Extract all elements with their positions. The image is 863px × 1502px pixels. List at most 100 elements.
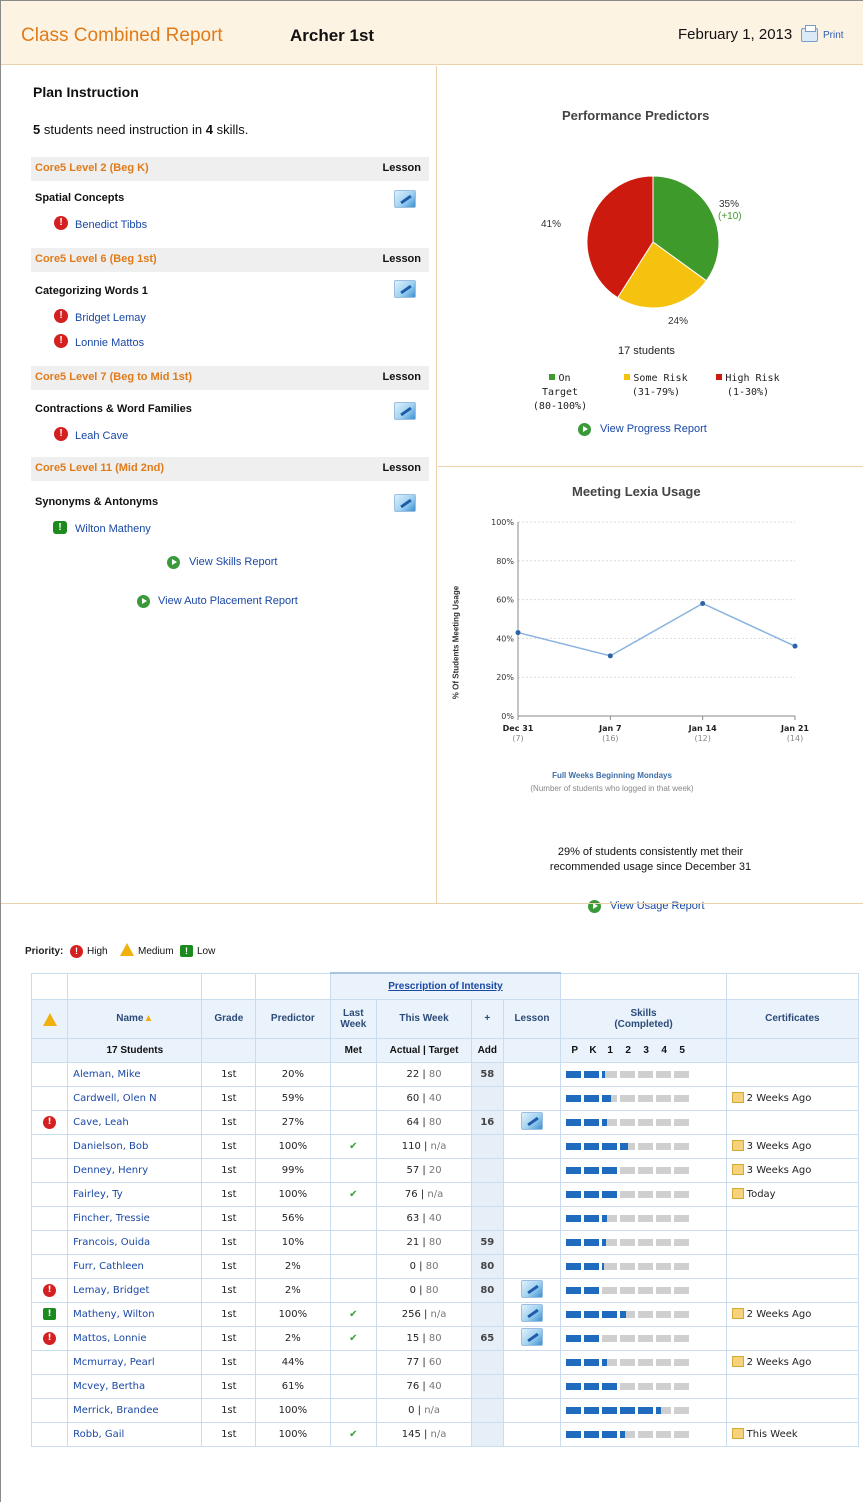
actual-value: 0 <box>409 1284 416 1296</box>
lesson-icon[interactable] <box>520 1111 543 1130</box>
student-name[interactable]: Matheny, Wilton <box>67 1301 203 1327</box>
certificate-label[interactable]: 2 Weeks Ago <box>747 1093 812 1104</box>
lesson-icon[interactable] <box>394 280 416 298</box>
certificates-column-header[interactable]: Certificates <box>725 998 860 1039</box>
table-row[interactable]: Fincher, Tressie 1st 56% 63 | 40 <box>30 1205 860 1231</box>
table-row[interactable]: Danielson, Bob 1st 100% ✔ 110 | n/a 3 Weeks A… <box>30 1133 860 1159</box>
student-name[interactable]: Fairley, Ty <box>67 1181 203 1207</box>
student-link[interactable]: Benedict Tibbs <box>75 219 147 231</box>
table-row[interactable]: Mcvey, Bertha 1st 61% 76 | 40 <box>30 1373 860 1399</box>
skill-segment <box>602 1358 618 1366</box>
certificate-icon[interactable] <box>731 1308 744 1319</box>
table-row[interactable]: Robb, Gail 1st 100% ✔ 145 | n/a This Week <box>30 1421 860 1447</box>
student-name[interactable]: Mcvey, Bertha <box>67 1373 203 1399</box>
prescription-link[interactable]: Prescription of Intensity <box>388 981 502 992</box>
arrow-circle-icon[interactable] <box>167 556 180 569</box>
skill-segment <box>656 1430 672 1438</box>
last-week-column-header[interactable]: Last Week <box>329 998 378 1039</box>
table-row[interactable]: Aleman, Mike 1st 20% 22 | 80 58 <box>30 1061 860 1087</box>
table-row[interactable]: Merrick, Brandee 1st 100% 0 | n/a <box>30 1397 860 1423</box>
table-row[interactable]: Francois, Ouida 1st 10% 21 | 80 59 <box>30 1229 860 1255</box>
table-row[interactable]: ! Matheny, Wilton 1st 100% ✔ 256 | n/a 2 Weeks… <box>30 1301 860 1327</box>
student-name[interactable]: Francois, Ouida <box>67 1229 203 1255</box>
certificate-label[interactable]: Today <box>747 1189 776 1200</box>
student-name[interactable]: Lemay, Bridget <box>67 1277 203 1303</box>
student-name[interactable]: Robb, Gail <box>67 1421 203 1447</box>
student-link[interactable]: Lonnie Mattos <box>75 337 144 349</box>
lesson-icon[interactable] <box>394 402 416 420</box>
table-row[interactable]: Cardwell, Olen N 1st 59% 60 | 40 2 Weeks Ago <box>30 1085 860 1111</box>
skill-segment <box>584 1286 600 1294</box>
x-tick-label: Jan 21 <box>780 724 809 733</box>
certificate-label[interactable]: 3 Weeks Ago <box>747 1165 812 1176</box>
student-name[interactable]: Mattos, Lonnie <box>67 1325 203 1351</box>
print-button[interactable]: Print <box>823 30 844 41</box>
student-name[interactable]: Danielson, Bob <box>67 1133 203 1159</box>
plan-title: Plan Instruction <box>33 84 139 100</box>
prescription-group-header[interactable]: Prescription of Intensity <box>329 972 562 1000</box>
student-name[interactable]: Cave, Leah <box>67 1109 203 1135</box>
student-link[interactable]: Bridget Lemay <box>75 312 146 324</box>
name-header-label[interactable]: Name <box>116 1013 143 1024</box>
certificate-icon[interactable] <box>731 1140 744 1151</box>
certificate-icon[interactable] <box>731 1356 744 1367</box>
skill-segment <box>584 1382 600 1390</box>
certificate-icon[interactable] <box>731 1092 744 1103</box>
certificate-label[interactable]: 3 Weeks Ago <box>747 1141 812 1152</box>
certificate-label[interactable]: 2 Weeks Ago <box>747 1357 812 1368</box>
certificate-icon[interactable] <box>731 1164 744 1175</box>
lesson-icon[interactable] <box>520 1303 543 1322</box>
table-row[interactable]: Denney, Henry 1st 99% 57 | 20 3 Weeks Ago <box>30 1157 860 1183</box>
skills-column-header[interactable]: Skills (Completed) <box>560 998 727 1039</box>
target-value: 80 <box>428 1332 442 1344</box>
skill-segment <box>656 1166 672 1174</box>
table-row[interactable]: ! Mattos, Lonnie 1st 2% ✔ 15 | 80 65 <box>30 1325 860 1351</box>
student-name[interactable]: Fincher, Tressie <box>67 1205 203 1231</box>
skills-cell <box>560 1349 727 1375</box>
this-week-column-header[interactable]: This Week <box>376 998 473 1039</box>
grade-column-header[interactable]: Grade <box>201 998 257 1039</box>
lesson-icon[interactable] <box>394 190 416 208</box>
students-count-label: 17 students <box>618 345 675 357</box>
table-row[interactable]: Mcmurray, Pearl 1st 44% 77 | 60 2 Weeks Ago <box>30 1349 860 1375</box>
student-name[interactable]: Aleman, Mike <box>67 1061 203 1087</box>
table-row[interactable]: ! Lemay, Bridget 1st 2% 0 | 80 80 <box>30 1277 860 1303</box>
view-usage-report-link[interactable]: View Usage Report <box>610 900 705 912</box>
student-name[interactable]: Merrick, Brandee <box>67 1397 203 1423</box>
view-auto-placement-link[interactable]: View Auto Placement Report <box>158 595 298 607</box>
level-bar: Core5 Level 7 (Beg to Mid 1st) Lesson <box>31 366 429 390</box>
student-link[interactable]: Wilton Matheny <box>75 523 151 535</box>
skill-level-letter: K <box>589 1044 597 1056</box>
view-skills-report-link[interactable]: View Skills Report <box>189 556 277 568</box>
lesson-header: Lesson <box>382 162 421 174</box>
arrow-circle-icon[interactable] <box>137 595 150 608</box>
lesson-column-header[interactable]: Lesson <box>502 998 562 1039</box>
certificate-label[interactable]: This Week <box>747 1429 798 1440</box>
table-row[interactable]: Furr, Cathleen 1st 2% 0 | 80 80 <box>30 1253 860 1279</box>
certificate-label[interactable]: 2 Weeks Ago <box>747 1309 812 1320</box>
table-row[interactable]: Fairley, Ty 1st 100% ✔ 76 | n/a Today <box>30 1181 860 1207</box>
student-name[interactable]: Furr, Cathleen <box>67 1253 203 1279</box>
student-name[interactable]: Denney, Henry <box>67 1157 203 1183</box>
certificate-icon[interactable] <box>731 1188 744 1199</box>
plus-column-header[interactable]: + <box>471 998 504 1039</box>
lesson-icon[interactable] <box>394 494 416 512</box>
plan-student-count: 5 <box>33 122 41 137</box>
arrow-circle-icon[interactable] <box>578 423 591 436</box>
predictor-column-header[interactable]: Predictor <box>255 998 331 1039</box>
lesson-icon[interactable] <box>520 1327 543 1346</box>
name-column-header[interactable]: Name▲ <box>67 998 203 1039</box>
view-progress-report-link[interactable]: View Progress Report <box>600 423 707 435</box>
class-name: Archer 1st <box>290 26 375 45</box>
skill-segment <box>566 1190 582 1198</box>
certificate-icon[interactable] <box>731 1428 744 1439</box>
priority-column-header[interactable] <box>30 998 69 1039</box>
student-name[interactable]: Mcmurray, Pearl <box>67 1349 203 1375</box>
printer-icon[interactable] <box>801 25 818 42</box>
student-link[interactable]: Leah Cave <box>75 430 128 442</box>
student-name[interactable]: Cardwell, Olen N <box>67 1085 203 1111</box>
table-row[interactable]: ! Cave, Leah 1st 27% 64 | 80 16 <box>30 1109 860 1135</box>
arrow-circle-icon[interactable] <box>588 900 601 913</box>
high-priority-icon: ! <box>70 945 83 958</box>
lesson-icon[interactable] <box>520 1279 543 1298</box>
